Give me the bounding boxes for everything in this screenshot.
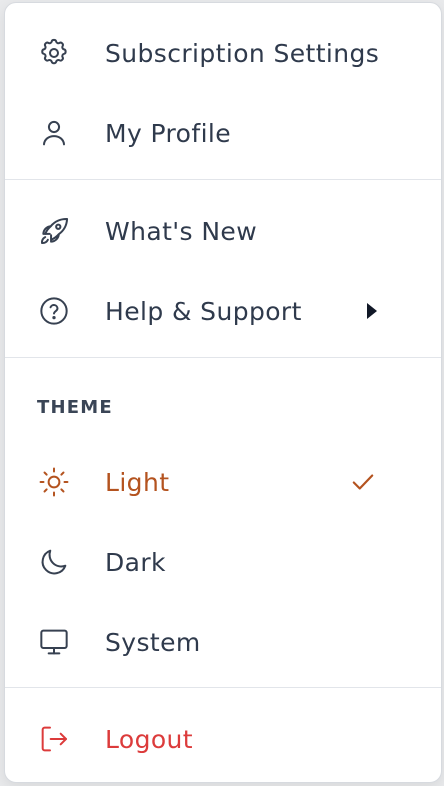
- gear-icon: [37, 36, 71, 70]
- subscription-settings-label: Subscription Settings: [105, 38, 380, 68]
- theme-option-dark[interactable]: Dark: [5, 522, 441, 602]
- whats-new-label: What's New: [105, 216, 258, 246]
- my-profile-item[interactable]: My Profile: [5, 93, 441, 173]
- checkmark-icon: [350, 469, 376, 495]
- monitor-icon: [37, 625, 71, 659]
- theme-option-system-label: System: [105, 627, 201, 657]
- rocket-icon: [37, 214, 71, 248]
- logout-item[interactable]: Logout: [5, 699, 441, 779]
- logout-icon: [37, 722, 71, 756]
- help-support-item[interactable]: Help & Support: [5, 271, 441, 351]
- question-circle-icon: [37, 294, 71, 328]
- theme-option-light-label: Light: [105, 467, 170, 497]
- user-dropdown-menu: Subscription Settings My Profile What's …: [4, 2, 442, 783]
- my-profile-label: My Profile: [105, 118, 232, 148]
- divider: [5, 179, 441, 180]
- divider: [5, 687, 441, 688]
- divider: [5, 357, 441, 358]
- help-support-label: Help & Support: [105, 296, 302, 326]
- theme-option-light[interactable]: Light: [5, 442, 441, 522]
- sun-icon: [37, 465, 71, 499]
- moon-icon: [37, 545, 71, 579]
- whats-new-item[interactable]: What's New: [5, 191, 441, 271]
- subscription-settings-item[interactable]: Subscription Settings: [5, 13, 441, 93]
- theme-option-dark-label: Dark: [105, 547, 166, 577]
- logout-label: Logout: [105, 724, 193, 754]
- chevron-right-icon: [367, 303, 377, 319]
- theme-option-system[interactable]: System: [5, 602, 441, 682]
- user-icon: [37, 116, 71, 150]
- theme-section-heading: THEME: [37, 397, 113, 418]
